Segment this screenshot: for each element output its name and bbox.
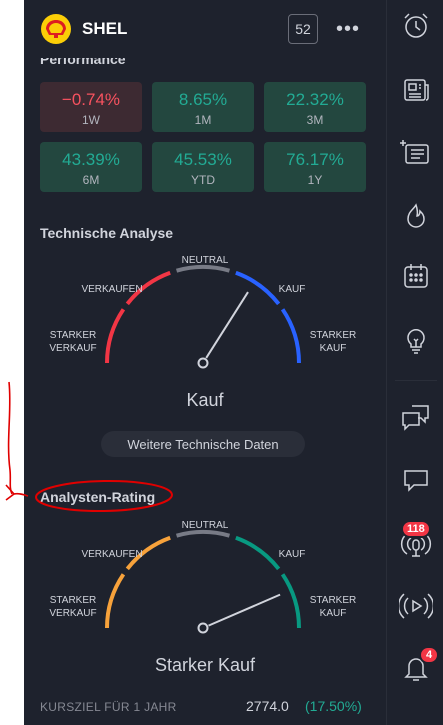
technical-result: Kauf [186, 390, 224, 410]
ideas-lightbulb-icon[interactable] [387, 320, 443, 360]
perf-value: 45.53% [174, 150, 232, 169]
perf-value: 76.17% [286, 150, 344, 169]
gauge-label-sell: VERKAUFEN [81, 549, 143, 560]
gauge-segment [105, 308, 126, 364]
symbol-header: SHEL 52 ••• [24, 0, 386, 58]
perf-tile-1w: −0.74% 1W [40, 82, 142, 132]
gauge-label-sell: VERKAUFEN [81, 284, 143, 295]
right-toolbar: 118 4 [386, 0, 443, 725]
gauge-label-neutral: NEUTRAL [181, 255, 229, 266]
price-target-value: 2774.0 [246, 698, 289, 714]
gauge-label-line: KAUF [319, 608, 347, 619]
technical-gauge: NEUTRAL VERKAUFEN KAUF STARKER VERKAUF S… [24, 252, 386, 410]
gauge-needle [205, 291, 249, 359]
broadcast-count-badge: 118 [401, 520, 431, 538]
more-technical-data-button[interactable]: Weitere Technische Daten [101, 431, 305, 457]
gauge-label-line: VERKAUF [49, 343, 97, 354]
perf-period: 3M [306, 113, 324, 127]
toolbar-divider [395, 380, 437, 381]
calendar-icon[interactable] [387, 256, 443, 296]
gauge-label-buy: KAUF [278, 284, 306, 295]
perf-value: 22.32% [286, 90, 344, 109]
price-target-change: (17.50%) [305, 698, 362, 714]
perf-tile-1y: 76.17% 1Y [264, 142, 366, 192]
count-badge[interactable]: 52 [288, 14, 318, 44]
gauge-label-strong-sell: STARKER VERKAUF [38, 594, 108, 620]
perf-tile-3m: 22.32% 3M [264, 82, 366, 132]
gauge-segment [175, 530, 231, 538]
analyst-rating-title: Analysten-Rating [40, 489, 156, 505]
perf-value: 8.65% [178, 90, 228, 109]
gauge-label-line: STARKER [309, 330, 357, 341]
gauge-needle [208, 593, 281, 627]
gauge-label-strong-buy: STARKER KAUF [298, 329, 368, 355]
chat-icon[interactable] [387, 460, 443, 500]
gauge-label-neutral: NEUTRAL [181, 520, 229, 531]
perf-period: 1W [82, 113, 100, 127]
gauge-label-strong-sell: STARKER VERKAUF [38, 329, 108, 355]
technical-gauge-graphic [105, 265, 301, 369]
perf-period: 1M [194, 113, 212, 127]
news-icon[interactable] [387, 70, 443, 110]
gauge-segment [280, 308, 301, 364]
perf-value: 43.39% [62, 150, 120, 169]
notifications-count-badge: 4 [419, 646, 439, 664]
gauge-label-line: STARKER [309, 595, 357, 606]
ticker-symbol[interactable]: SHEL [82, 19, 127, 39]
gauge-label-line: VERKAUF [49, 608, 97, 619]
gauge-label-line: KAUF [319, 343, 347, 354]
watchlist-add-icon[interactable] [387, 132, 443, 172]
gauge-segment [280, 573, 301, 629]
perf-period: 1Y [307, 173, 323, 187]
analyst-gauge-graphic [105, 530, 301, 634]
gauge-needle-pivot [197, 622, 209, 634]
gauge-needle-pivot [197, 357, 209, 369]
analyst-gauge: NEUTRAL VERKAUFEN KAUF STARKER VERKAUF S… [24, 517, 386, 675]
perf-tile-1m: 8.65% 1M [152, 82, 254, 132]
perf-value: −0.74% [61, 90, 121, 109]
streams-icon[interactable] [387, 586, 443, 626]
shell-logo [41, 14, 71, 44]
perf-period: 6M [82, 173, 100, 187]
alarm-clock-icon[interactable] [387, 6, 443, 46]
gauge-label-line: STARKER [49, 330, 97, 341]
perf-tile-ytd: 45.53% YTD [152, 142, 254, 192]
gauge-label-strong-buy: STARKER KAUF [298, 594, 368, 620]
technical-analysis-title: Technische Analyse [40, 225, 174, 241]
chats-icon[interactable] [387, 398, 443, 438]
gauge-label-buy: KAUF [278, 549, 306, 560]
more-menu-icon[interactable]: ••• [336, 18, 360, 41]
gauge-segment [175, 265, 231, 273]
perf-period: YTD [191, 173, 215, 187]
analyst-result: Starker Kauf [154, 655, 256, 675]
hotlist-flame-icon[interactable] [387, 196, 443, 236]
gauge-segment [105, 573, 126, 629]
price-target-label: KURSZIEL FÜR 1 JAHR [40, 700, 177, 714]
gauge-label-line: STARKER [49, 595, 97, 606]
symbol-details-panel: Performance SHEL 52 ••• −0.74% 1W 8.65% … [24, 0, 386, 725]
perf-tile-6m: 43.39% 6M [40, 142, 142, 192]
